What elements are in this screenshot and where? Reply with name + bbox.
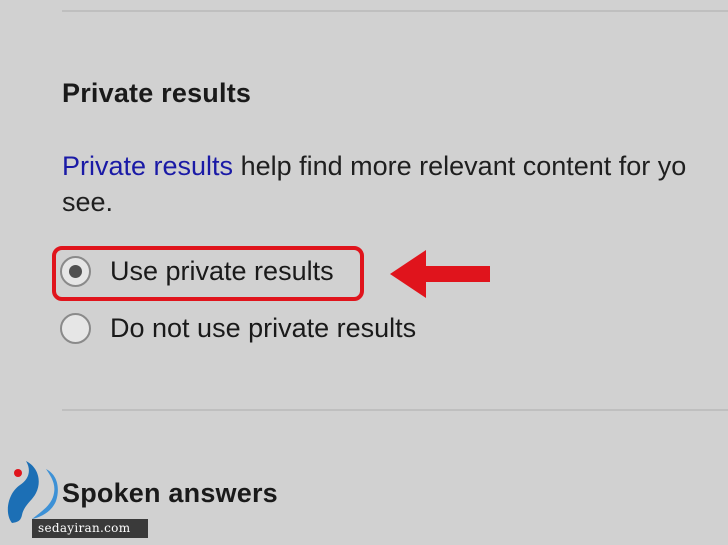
section-divider [62,409,728,411]
left-arrow-icon [390,250,490,298]
private-results-description: Private results help find more relevant … [62,148,728,220]
private-results-link[interactable]: Private results [62,151,233,181]
do-not-use-private-results-option[interactable]: Do not use private results [60,313,416,344]
watermark: sedayiran.com [0,453,160,545]
do-not-use-private-results-radio[interactable] [60,313,91,344]
top-divider [62,10,728,12]
watermark-text: sedayiran.com [38,521,131,535]
watermark-logo-icon [7,461,58,523]
description-text-line2: see. [62,187,114,217]
do-not-use-private-results-label[interactable]: Do not use private results [110,313,416,344]
red-highlight-box [52,246,364,301]
description-text: help find more relevant content for yo [233,151,687,181]
private-results-heading: Private results [62,78,252,108]
